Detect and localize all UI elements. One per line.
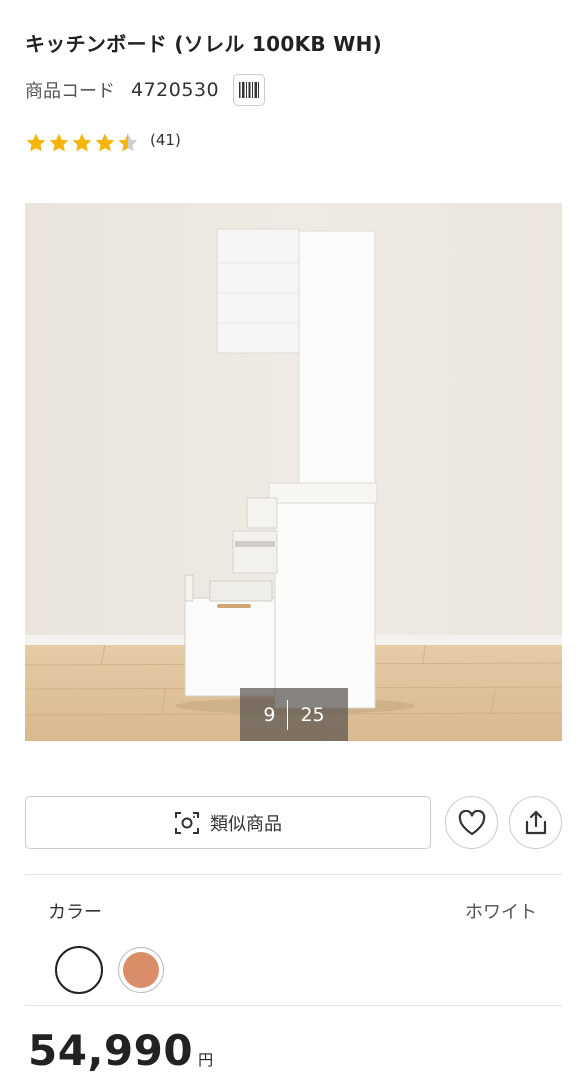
heart-icon (458, 809, 485, 835)
star-icon (26, 133, 46, 152)
product-title: キッチンボード (ソレル 100KB WH) (25, 32, 383, 56)
camera-scan-icon (175, 811, 199, 834)
product-code-label: 商品コード (25, 81, 115, 102)
kitchen-board-photo (25, 203, 562, 741)
rating-row[interactable]: (41) (25, 131, 181, 154)
share-icon (525, 810, 546, 834)
image-counter: 9 25 (240, 688, 348, 741)
image-total-count: 25 (300, 703, 325, 726)
similar-products-button[interactable]: 類似商品 (25, 796, 431, 849)
color-label: カラー (48, 902, 102, 923)
color-swatch-white[interactable] (55, 946, 103, 994)
color-swatch-orange-fill (123, 952, 159, 988)
star-icon (49, 133, 69, 152)
price: 54,990 円 (28, 1026, 213, 1075)
similar-products-label: 類似商品 (210, 813, 282, 835)
barcode-icon (239, 82, 260, 98)
divider (25, 874, 562, 875)
price-amount: 54,990 (28, 1026, 194, 1075)
product-code-value: 4720530 (131, 79, 220, 101)
rating-stars (25, 132, 140, 154)
counter-divider (287, 699, 289, 730)
product-code-row: 商品コード 4720530 (25, 73, 266, 107)
star-icon (72, 133, 92, 152)
product-image-carousel[interactable]: 9 25 (25, 203, 562, 741)
barcode-button[interactable] (233, 74, 266, 106)
favorite-button[interactable] (445, 796, 498, 849)
review-count[interactable]: (41) (150, 131, 181, 149)
divider (25, 1005, 562, 1006)
star-icon (95, 133, 115, 152)
image-current-index: 9 (263, 703, 276, 726)
price-currency: 円 (198, 1051, 214, 1069)
share-button[interactable] (509, 796, 562, 849)
half-star-icon (118, 133, 138, 152)
selected-color-value: ホワイト (465, 902, 537, 923)
color-swatch-orange[interactable] (118, 947, 164, 993)
